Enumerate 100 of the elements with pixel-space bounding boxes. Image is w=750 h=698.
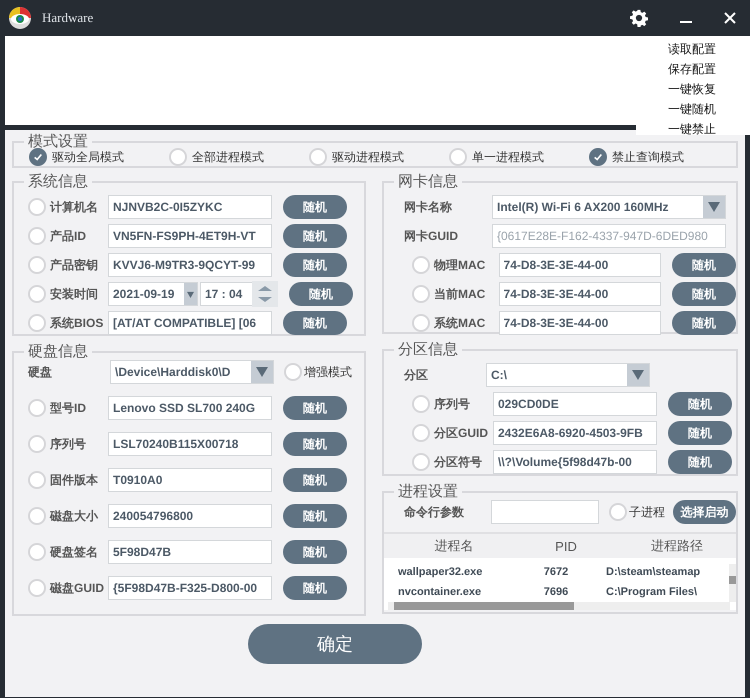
table-cell-text: nvcontainer.exe — [397, 586, 482, 598]
radio-button[interactable] — [28, 256, 46, 274]
radio-button[interactable] — [412, 395, 430, 413]
random-button[interactable]: 随机 — [283, 576, 347, 600]
text-field[interactable]: 74-D8-3E-3E-44-00 — [498, 311, 662, 335]
radio-button[interactable] — [28, 543, 46, 561]
text-field[interactable]: 74-D8-3E-3E-44-00 — [498, 282, 662, 306]
table-cell-text: 7696 — [542, 586, 570, 598]
text-field[interactable]: NJNVB2C-0I5ZYKC — [108, 195, 272, 219]
table-cell-text: wallpaper32.exe — [397, 566, 484, 578]
field-label: 固件版本 — [50, 472, 99, 488]
radio-button[interactable] — [28, 314, 46, 332]
random-button[interactable]: 随机 — [668, 392, 732, 416]
random-button[interactable]: 随机 — [668, 450, 732, 474]
text-field[interactable]: 240054796800 — [108, 504, 272, 528]
field-label: 网卡GUID — [404, 228, 459, 244]
text-field[interactable]: T0910A0 — [108, 468, 272, 492]
settings-icon[interactable] — [630, 9, 648, 27]
random-button[interactable]: 随机 — [283, 396, 347, 420]
checkmark-icon — [593, 152, 603, 162]
radio-button[interactable] — [28, 471, 46, 489]
field-label: 硬盘 — [28, 364, 53, 380]
caret-icon — [708, 202, 720, 212]
window-title: Hardware — [42, 10, 94, 26]
random-button[interactable]: 随机 — [283, 224, 347, 248]
text-field[interactable]: Lenovo SSD SL700 240G — [108, 396, 272, 420]
text-field[interactable]: KVVJ6-M9TR3-9QCYT-99 — [108, 253, 272, 277]
random-button[interactable]: 随机 — [283, 432, 347, 456]
radio-button[interactable] — [28, 507, 46, 525]
radio-button[interactable] — [284, 363, 302, 381]
radio-button[interactable] — [28, 285, 46, 303]
radio-button[interactable] — [412, 256, 430, 274]
field-label: 产品密钥 — [50, 256, 99, 274]
menu-item[interactable]: 读取配置 — [668, 39, 716, 59]
column-header[interactable]: PID — [524, 538, 608, 554]
field-label: 系统MAC — [434, 314, 486, 332]
random-button[interactable]: 随机 — [283, 468, 347, 492]
group-title: 系统信息 — [27, 174, 89, 190]
random-button[interactable]: 随机 — [668, 421, 732, 445]
text-field[interactable]: VN5FN-FS9PH-4ET9H-VT — [108, 224, 272, 248]
text-field[interactable]: 029CD0DE — [493, 392, 657, 416]
text-field[interactable]: LSL70240B115X00718 — [108, 432, 272, 456]
checkbox[interactable] — [29, 148, 47, 166]
horizontal-scrollbar[interactable] — [388, 602, 730, 610]
option-label: 驱动进程模式 — [332, 148, 404, 166]
field-label: 命令行参数 — [404, 504, 465, 520]
field-label: 安装时间 — [50, 286, 99, 302]
column-header[interactable]: 进程名 — [384, 537, 524, 555]
random-button[interactable]: 随机 — [672, 282, 736, 306]
radio-button[interactable] — [28, 227, 46, 245]
checkbox[interactable] — [589, 148, 607, 166]
field-label: 分区 — [404, 366, 429, 384]
menu-item[interactable]: 一键随机 — [668, 99, 716, 119]
radio-button[interactable] — [412, 453, 430, 471]
dropdown[interactable]: C:\ — [486, 363, 650, 387]
spinner-icon[interactable] — [252, 281, 278, 307]
random-button[interactable]: 随机 — [672, 253, 736, 277]
text-field[interactable]: 2432E6A8-6920-4503-9FB — [493, 421, 657, 445]
random-button[interactable]: 随机 — [672, 311, 736, 335]
menu-item[interactable]: 一键禁止 — [668, 119, 716, 139]
text-field[interactable]: {5F98D47B-F325-D800-00 — [108, 576, 272, 600]
radio-button[interactable] — [28, 435, 46, 453]
start-button[interactable]: 选择启动 — [673, 500, 736, 524]
option-label: 全部进程模式 — [192, 148, 264, 166]
caret-icon — [187, 290, 194, 298]
dropdown[interactable]: Intel(R) Wi-Fi 6 AX200 160MHz — [492, 195, 726, 219]
field-label: 系统BIOS — [50, 314, 104, 332]
radio-button[interactable] — [412, 424, 430, 442]
menu-item[interactable]: 一键恢复 — [668, 79, 716, 99]
radio-button[interactable] — [412, 314, 430, 332]
option-label: 单一进程模式 — [472, 148, 544, 166]
field-label: 序列号 — [50, 436, 87, 452]
random-button[interactable]: 随机 — [289, 282, 353, 306]
text-field[interactable]: [AT/AT COMPATIBLE] [06 — [108, 311, 272, 335]
confirm-button[interactable]: 确定 — [248, 624, 422, 664]
radio-button[interactable] — [609, 503, 627, 521]
radio-button[interactable] — [28, 579, 46, 597]
random-button[interactable]: 随机 — [283, 504, 347, 528]
random-button[interactable]: 随机 — [283, 540, 347, 564]
text-field[interactable]: 5F98D47B — [108, 540, 272, 564]
time-field[interactable]: 17 : 04 — [200, 282, 252, 306]
dropdown[interactable]: \Device\Harddisk0\D — [110, 360, 274, 384]
column-header[interactable]: 进程路径 — [608, 537, 732, 555]
eye-logo-icon — [8, 6, 32, 30]
option-label: 子进程 — [629, 504, 665, 520]
random-button[interactable]: 随机 — [283, 195, 347, 219]
radio-button[interactable] — [28, 399, 46, 417]
random-button[interactable]: 随机 — [283, 311, 347, 335]
random-button[interactable]: 随机 — [283, 253, 347, 277]
text-field[interactable]: \\?\Volume{5f98d47b-00 — [493, 450, 657, 474]
radio-button[interactable] — [28, 198, 46, 216]
input-field[interactable] — [490, 500, 599, 524]
option-label: 驱动全局模式 — [52, 148, 124, 166]
date-picker[interactable]: 2021-09-19 — [108, 282, 198, 306]
menu-item[interactable]: 保存配置 — [668, 59, 716, 79]
radio-button[interactable] — [412, 285, 430, 303]
field-label: 磁盘GUID — [50, 580, 105, 596]
vertical-scrollbar[interactable] — [729, 564, 736, 602]
text-field[interactable]: 74-D8-3E-3E-44-00 — [498, 253, 662, 277]
close-icon[interactable] — [724, 12, 736, 24]
